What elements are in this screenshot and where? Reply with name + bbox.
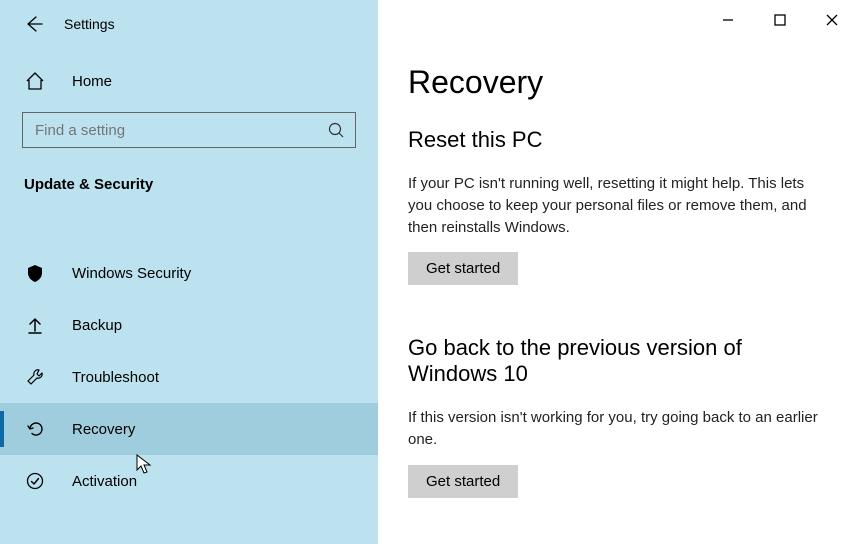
sidebar: Settings Home Update & Security Windows …: [0, 0, 378, 544]
reset-get-started-button[interactable]: Get started: [408, 252, 518, 285]
close-button[interactable]: [817, 8, 847, 32]
backup-icon: [24, 314, 46, 336]
goback-get-started-button[interactable]: Get started: [408, 465, 518, 498]
minimize-button[interactable]: [713, 8, 743, 32]
back-icon[interactable]: [24, 14, 44, 34]
sidebar-item-troubleshoot[interactable]: Troubleshoot: [0, 351, 378, 403]
search-icon: [327, 121, 345, 139]
maximize-button[interactable]: [765, 8, 795, 32]
home-link[interactable]: Home: [0, 34, 378, 92]
wrench-icon: [24, 366, 46, 388]
search-box[interactable]: [22, 112, 356, 148]
recovery-icon: [24, 418, 46, 440]
sidebar-item-label: Windows Security: [72, 265, 191, 282]
sidebar-item-label: Troubleshoot: [72, 369, 159, 386]
reset-heading: Reset this PC: [408, 127, 823, 153]
sidebar-item-label: Activation: [72, 473, 137, 490]
check-circle-icon: [24, 470, 46, 492]
sidebar-item-recovery[interactable]: Recovery: [0, 403, 378, 455]
home-label: Home: [72, 73, 112, 90]
sidebar-header: Settings: [0, 0, 378, 34]
sidebar-item-backup[interactable]: Backup: [0, 299, 378, 351]
sidebar-group-title: Update & Security: [0, 148, 378, 193]
sidebar-item-label: Backup: [72, 317, 122, 334]
reset-body: If your PC isn't running well, resetting…: [408, 173, 823, 238]
cursor-icon: [136, 454, 152, 476]
search-input[interactable]: [33, 121, 327, 140]
goback-body: If this version isn't working for you, t…: [408, 407, 823, 451]
window-title: Settings: [64, 16, 115, 32]
goback-heading: Go back to the previous version of Windo…: [408, 335, 823, 387]
window-controls: [713, 8, 847, 32]
sidebar-item-windows-security[interactable]: Windows Security: [0, 247, 378, 299]
page-title: Recovery: [408, 64, 823, 101]
main-content: Recovery Reset this PC If your PC isn't …: [378, 0, 853, 544]
sidebar-menu: Windows Security Backup Troubleshoot Rec…: [0, 247, 378, 507]
sidebar-item-activation[interactable]: Activation: [0, 455, 378, 507]
shield-icon: [24, 262, 46, 284]
sidebar-item-label: Recovery: [72, 421, 135, 438]
home-icon: [24, 70, 46, 92]
